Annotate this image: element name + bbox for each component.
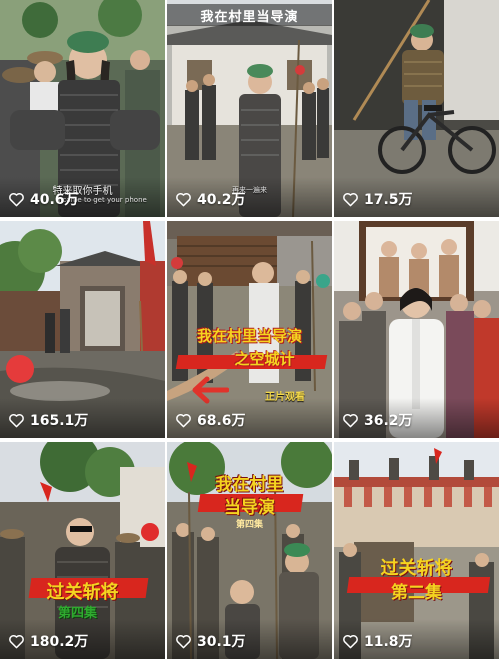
like-count: 40.2万 — [175, 189, 246, 209]
like-count-value: 165.1万 — [30, 413, 89, 429]
video-title-line1: 我在村里 — [215, 475, 284, 495]
video-tile-2[interactable]: 我在村里当导演 再来一遍来 40.2万 — [167, 0, 332, 217]
heart-outline-icon — [176, 413, 191, 427]
like-count-value: 40.6万 — [30, 192, 79, 208]
like-count-value: 36.2万 — [364, 413, 413, 429]
video-title-main: 过关斩将 — [380, 558, 453, 579]
video-title-line1: 我在村里当导演 — [196, 327, 302, 345]
like-count: 30.1万 — [175, 631, 246, 651]
like-count: 68.6万 — [175, 410, 246, 430]
video-title-line2: 当导演 — [224, 498, 275, 518]
video-title-line2: 之空城计 — [234, 350, 295, 368]
heart-outline-icon — [343, 413, 358, 427]
like-count-value: 17.5万 — [364, 192, 413, 208]
heart-outline-icon — [9, 413, 24, 427]
heart-outline-icon — [9, 634, 24, 648]
video-tile-1[interactable]: 特来取你手机 I came to get your phone 40.6万 — [0, 0, 165, 217]
heart-outline-icon — [343, 192, 358, 206]
video-tile-3[interactable]: 17.5万 — [334, 0, 499, 217]
like-count: 180.2万 — [8, 631, 88, 651]
like-count-value: 40.2万 — [197, 192, 246, 208]
heart-outline-icon — [343, 634, 358, 648]
heart-outline-icon — [9, 192, 24, 206]
like-count-value: 180.2万 — [30, 634, 89, 650]
video-episode: 第四集 — [235, 520, 263, 530]
like-count: 165.1万 — [8, 410, 88, 430]
heart-outline-icon — [176, 634, 191, 648]
video-tile-8[interactable]: 我在村里 当导演 第四集 30.1万 — [167, 442, 332, 659]
like-count: 40.6万 — [8, 189, 79, 209]
heart-outline-icon — [176, 192, 191, 206]
like-count-value: 30.1万 — [197, 634, 246, 650]
video-tile-7[interactable]: 过关斩将 第四集 180.2万 — [0, 442, 165, 659]
like-count: 11.8万 — [342, 631, 413, 651]
video-title-banner: 我在村里当导演 — [200, 10, 299, 25]
video-title-main: 过关斩将 — [46, 582, 119, 603]
video-grid: 特来取你手机 I came to get your phone 40.6万 我在… — [0, 0, 499, 659]
video-episode: 第二集 — [391, 583, 442, 603]
like-count-value: 68.6万 — [197, 413, 246, 429]
video-tile-4[interactable]: 165.1万 — [0, 221, 165, 438]
video-tile-6[interactable]: 36.2万 — [334, 221, 499, 438]
like-count-value: 11.8万 — [364, 634, 413, 650]
video-tile-5[interactable]: 我在村里当导演 之空城计 正片观看 68.6万 — [167, 221, 332, 438]
like-count: 17.5万 — [342, 189, 413, 209]
like-count: 36.2万 — [342, 410, 413, 430]
video-tile-9[interactable]: 过关斩将 第二集 11.8万 — [334, 442, 499, 659]
